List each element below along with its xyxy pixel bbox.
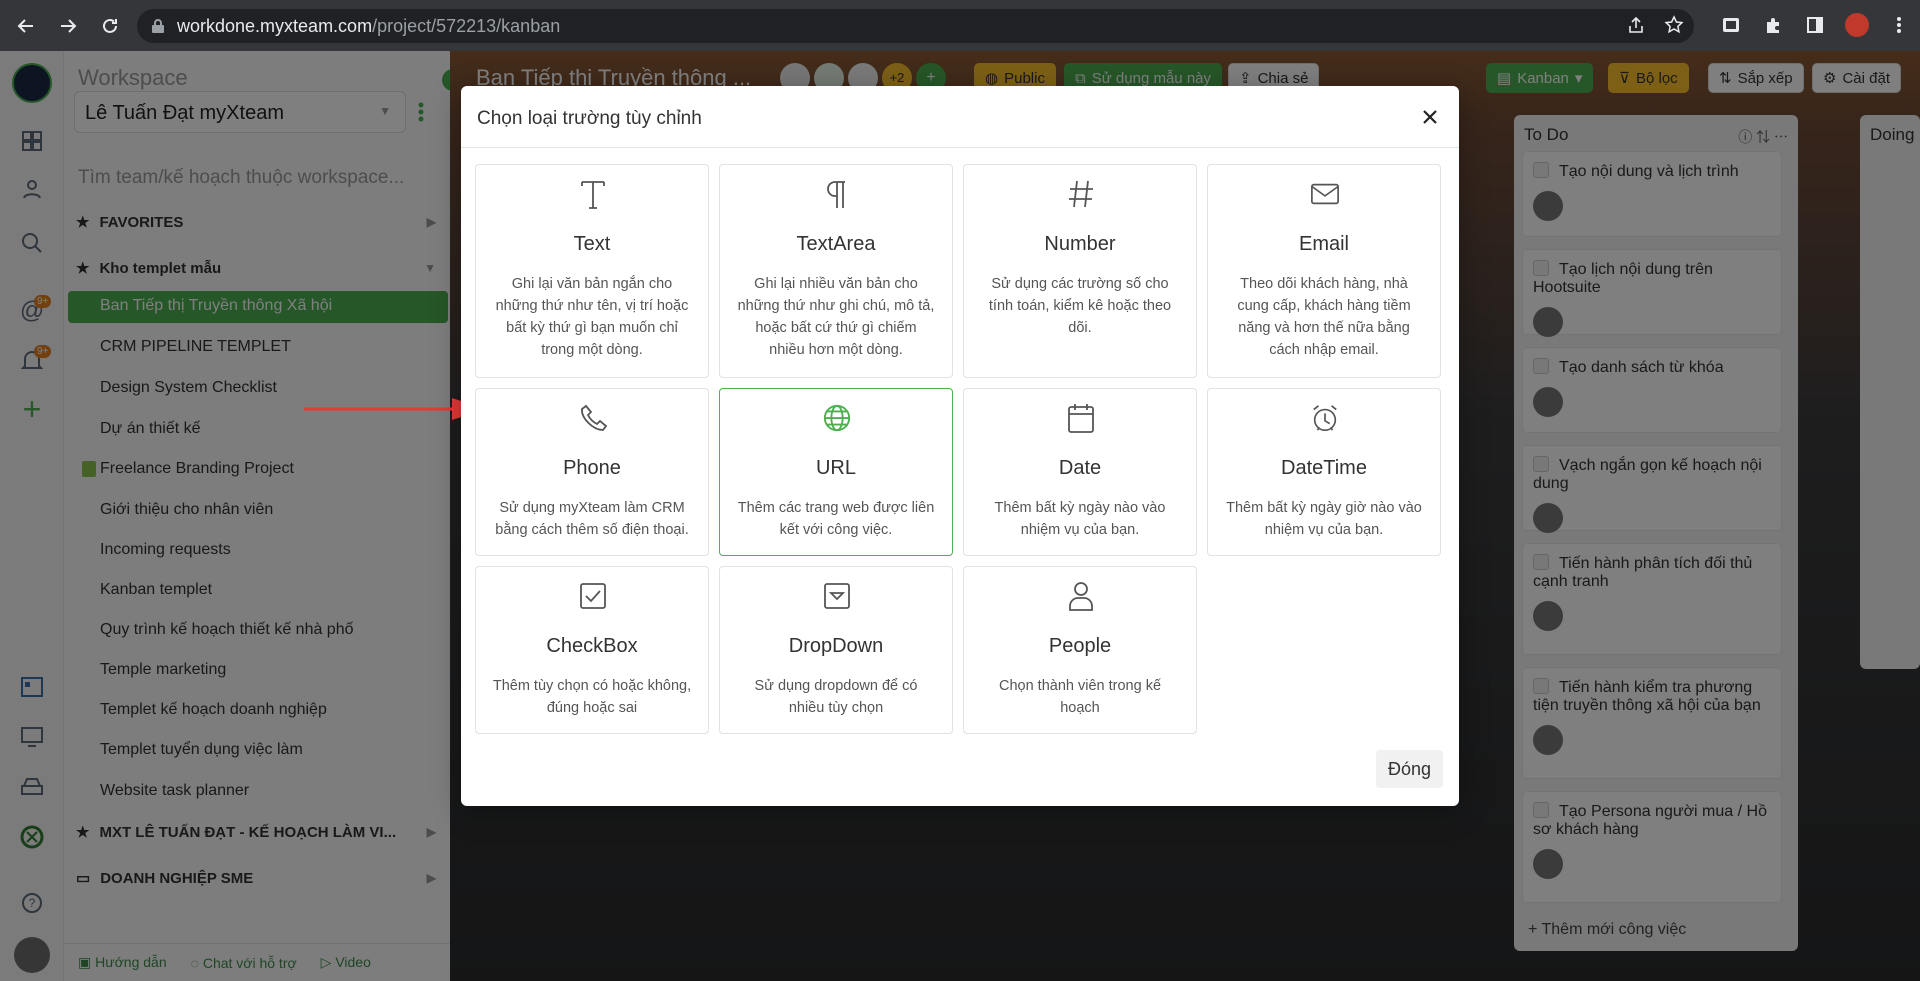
share-icon[interactable] [1626,15,1646,35]
custom-field-type-dialog: Chọn loại trường tùy chỉnh Text Ghi lại … [461,86,1459,806]
field-type-desc: Thêm bất kỳ ngày giờ nào vào nhiệm vụ củ… [1226,500,1422,538]
field-type-phone[interactable]: Phone Sử dụng myXteam làm CRM bằng cách … [475,388,709,556]
checkbox-icon [578,580,608,612]
field-type-number[interactable]: Number Sử dụng các trường số cho tính to… [963,164,1197,378]
field-type-desc: Thêm tùy chọn có hoặc không, đúng hoặc s… [492,678,692,716]
field-type-textarea[interactable]: TextArea Ghi lại nhiều văn bản cho những… [719,164,953,378]
field-type-people[interactable]: People Chọn thành viên trong kế hoạch [963,566,1197,734]
field-type-desc: Ghi lại văn bản ngắn cho những thứ như t… [495,276,689,358]
url-path: /project/572213/kanban [372,15,561,36]
paragraph-icon [822,178,852,210]
lock-icon [151,18,167,34]
close-button[interactable]: Đóng [1375,750,1443,788]
field-type-desc: Theo dõi khách hàng, nhà cung cấp, khách… [1237,276,1411,358]
field-type-desc: Sử dụng các trường số cho tính toán, kiể… [988,276,1172,336]
sidebar-icon[interactable] [1802,12,1828,38]
star-icon[interactable] [1664,15,1684,35]
field-type-name: URL [815,457,856,479]
field-type-checkbox[interactable]: CheckBox Thêm tùy chọn có hoặc không, đú… [475,566,709,734]
close-icon[interactable] [1419,106,1441,128]
field-type-desc: Ghi lại nhiều văn bản cho những thứ như … [737,276,935,358]
field-type-desc: Thêm bất kỳ ngày nào vào nhiệm vụ của bạ… [994,500,1166,538]
address-bar[interactable]: workdone.myxteam.com/project/572213/kanb… [137,9,1694,43]
puzzle-icon[interactable] [1760,12,1786,38]
field-type-email[interactable]: Email Theo dõi khách hàng, nhà cung cấp,… [1207,164,1441,378]
field-type-text[interactable]: Text Ghi lại văn bản ngắn cho những thứ … [475,164,709,378]
phone-icon [578,402,608,434]
alarm-clock-icon [1310,402,1340,434]
back-icon[interactable] [6,6,46,46]
globe-icon [822,402,852,434]
field-type-name: Text [573,233,611,255]
field-type-dropdown[interactable]: DropDown Sử dụng dropdown để có nhiều tù… [719,566,953,734]
field-type-name: Phone [563,457,621,479]
dialog-header: Chọn loại trường tùy chỉnh [461,86,1459,148]
extension-icon[interactable] [1718,12,1744,38]
field-type-name: Email [1298,233,1349,255]
envelope-icon [1310,178,1340,210]
field-type-name: TextArea [796,233,876,255]
field-type-name: DateTime [1281,457,1367,479]
url-host: workdone.myxteam.com [177,15,373,36]
hash-icon [1066,178,1096,210]
field-type-datetime[interactable]: DateTime Thêm bất kỳ ngày giờ nào vào nh… [1207,388,1441,556]
field-type-name: Number [1044,233,1116,255]
field-type-name: People [1048,635,1112,657]
reload-icon[interactable] [90,6,130,46]
profile-avatar[interactable] [1844,12,1870,38]
field-type-name: Date [1058,457,1102,479]
field-type-name: DropDown [788,635,884,657]
field-type-desc: Sử dụng myXteam làm CRM bằng cách thêm s… [495,500,689,538]
field-type-desc: Thêm các trang web được liên kết với côn… [737,500,935,538]
calendar-icon [1066,402,1096,434]
field-type-date[interactable]: Date Thêm bất kỳ ngày nào vào nhiệm vụ c… [963,388,1197,556]
field-type-desc: Chọn thành viên trong kế hoạch [998,678,1162,716]
dropdown-icon [822,580,852,612]
person-icon [1066,580,1096,612]
menu-icon[interactable] [1886,12,1912,38]
text-icon [578,178,608,210]
forward-icon[interactable] [48,6,88,46]
dialog-title: Chọn loại trường tùy chỉnh [477,108,702,129]
field-type-name: CheckBox [546,635,638,657]
field-type-desc: Sử dụng dropdown để có nhiều tùy chọn [754,678,918,716]
browser-toolbar: workdone.myxteam.com/project/572213/kanb… [0,0,1920,51]
field-type-url[interactable]: URL Thêm các trang web được liên kết với… [719,388,953,556]
